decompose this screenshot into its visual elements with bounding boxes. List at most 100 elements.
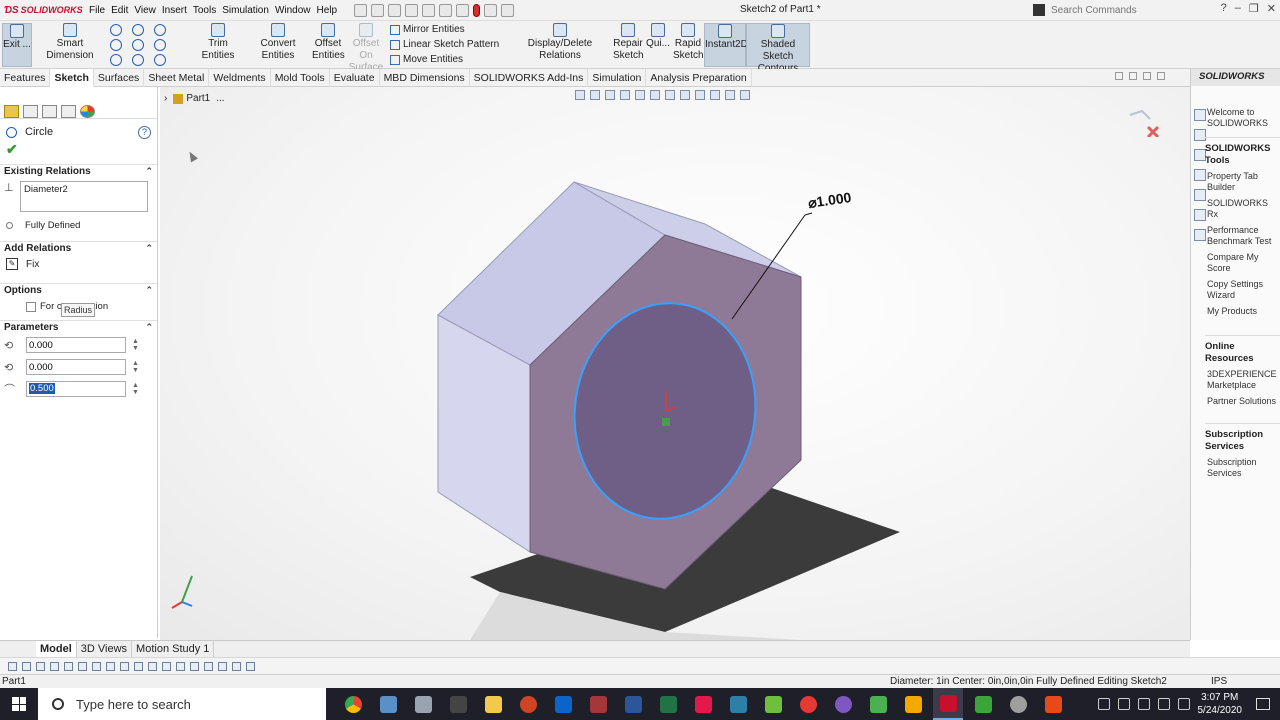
repair-sketch-button[interactable]: Repair Sketch — [613, 23, 644, 62]
maximize-icon[interactable]: ❐ — [1249, 2, 1259, 15]
network-icon[interactable] — [1177, 698, 1190, 710]
move-entities-button[interactable]: Move Entities — [390, 54, 463, 65]
close-icon[interactable]: ✕ — [1267, 2, 1276, 15]
tab-mbd-dimensions[interactable]: MBD Dimensions — [380, 69, 470, 87]
tab-surfaces[interactable]: Surfaces — [94, 69, 145, 87]
filter-dims-icon[interactable] — [162, 661, 171, 671]
pen-app[interactable] — [723, 688, 753, 720]
convert-entities-button[interactable]: Convert Entities — [245, 23, 311, 62]
add-relations-header[interactable]: Add Relations ⌃ — [0, 241, 157, 255]
linear-pattern-button[interactable]: Linear Sketch Pattern — [390, 39, 499, 50]
shaded-sketch-contours-button[interactable]: Shaded Sketch Contours — [746, 23, 810, 74]
filter-cosmetic-icon[interactable] — [218, 661, 227, 671]
filter-bom-icon[interactable] — [204, 661, 213, 671]
recorder-app[interactable] — [1038, 688, 1068, 720]
configuration-manager-tab-icon[interactable] — [42, 105, 57, 118]
circle-app[interactable] — [828, 688, 858, 720]
spinner-icon[interactable]: ▲ ▼ — [132, 360, 139, 374]
center-x-input[interactable] — [26, 337, 126, 353]
rebuild-icon[interactable] — [473, 3, 481, 17]
instant2d-button[interactable]: Instant2D — [704, 23, 748, 67]
display-manager-tab-icon[interactable] — [80, 105, 95, 118]
link-partner-solutions[interactable]: Partner Solutions — [1205, 396, 1280, 407]
dimxpert-tab-icon[interactable] — [61, 105, 76, 118]
fillet-icon[interactable] — [154, 54, 166, 66]
restore-icon[interactable] — [1129, 72, 1137, 80]
check-app[interactable] — [793, 688, 823, 720]
file-properties-icon[interactable] — [484, 3, 498, 17]
filter-solids-icon[interactable] — [92, 661, 101, 671]
help-tray-icon[interactable] — [1097, 698, 1110, 710]
offset-on-surface-button[interactable]: Offset On Surface — [346, 23, 386, 74]
print-icon[interactable] — [422, 3, 436, 17]
outlook-app[interactable] — [548, 688, 578, 720]
mirror-entities-button[interactable]: Mirror Entities — [390, 24, 465, 35]
remote-app[interactable] — [408, 688, 438, 720]
new-icon[interactable] — [371, 3, 385, 17]
relation-item[interactable]: Diameter2 — [24, 184, 144, 195]
filter-edges-icon[interactable] — [50, 661, 59, 671]
excel-app[interactable] — [653, 688, 683, 720]
filter-select-icon[interactable] — [22, 661, 31, 671]
open-icon[interactable] — [388, 3, 402, 17]
menu-help[interactable]: Help — [314, 5, 341, 16]
ellipse-icon[interactable] — [154, 39, 166, 51]
menu-view[interactable]: View — [131, 5, 159, 16]
calculator-app[interactable] — [443, 688, 473, 720]
tile-icon[interactable] — [1115, 72, 1123, 80]
filter-welds-icon[interactable] — [190, 661, 199, 671]
save-icon[interactable] — [405, 3, 419, 17]
unit-system[interactable]: IPS — [1211, 676, 1227, 687]
taskbar-clock[interactable]: 3:07 PM 5/24/2020 — [1198, 691, 1243, 717]
minimize-icon[interactable]: – — [1235, 2, 1241, 15]
taskbar-search[interactable]: Type here to search — [38, 688, 326, 720]
fix-relation-button[interactable]: ✎ Fix — [0, 255, 157, 273]
trim-entities-button[interactable]: Trim Entities — [192, 23, 244, 62]
display-delete-relations-button[interactable]: Display/Delete Relations — [508, 23, 612, 62]
powerpoint-app[interactable] — [513, 688, 543, 720]
tab-solidworks-addins[interactable]: SOLIDWORKS Add-Ins — [470, 69, 589, 87]
options-gear-icon[interactable] — [501, 3, 515, 17]
tool-solidworks-rx[interactable]: SOLIDWORKS Rx — [1205, 198, 1280, 220]
tool-my-products[interactable]: My Products — [1205, 306, 1280, 317]
tab-weldments[interactable]: Weldments — [209, 69, 271, 87]
tab-features[interactable]: Features — [0, 69, 51, 87]
spinner-icon[interactable]: ▲ ▼ — [132, 382, 139, 396]
center-point-icon[interactable] — [662, 418, 670, 426]
file-explorer-app[interactable] — [478, 688, 508, 720]
exit-sketch-button[interactable]: Exit ... — [2, 23, 32, 67]
parameters-header[interactable]: Parameters ⌃ — [0, 320, 157, 334]
menu-simulation[interactable]: Simulation — [219, 5, 272, 16]
menu-file[interactable]: File — [86, 5, 108, 16]
filter-faces-icon[interactable] — [64, 661, 73, 671]
polygon-icon[interactable] — [110, 54, 122, 66]
notifications-icon[interactable] — [1256, 698, 1270, 710]
tab-analysis-preparation[interactable]: Analysis Preparation — [646, 69, 752, 87]
help-icon[interactable]: ? — [138, 125, 151, 139]
filter-blocks-icon[interactable] — [246, 661, 255, 671]
word-app[interactable] — [618, 688, 648, 720]
link-3dexperience[interactable]: 3DEXPERIENCE Marketplace — [1205, 369, 1280, 391]
tab-sheet-metal[interactable]: Sheet Metal — [144, 69, 210, 87]
slot-icon[interactable] — [132, 39, 144, 51]
filter-vertices-icon[interactable] — [36, 661, 45, 671]
green-app[interactable] — [758, 688, 788, 720]
tab-model[interactable]: Model — [36, 641, 77, 657]
existing-relations-list[interactable]: Diameter2 — [20, 181, 148, 212]
feature-manager-tab-icon[interactable] — [4, 105, 19, 118]
people-icon[interactable] — [1117, 698, 1130, 710]
filter-notes-icon[interactable] — [176, 661, 185, 671]
chevron-up-icon[interactable] — [1137, 698, 1150, 710]
camtasia-app[interactable] — [968, 688, 998, 720]
quick-snaps-button[interactable]: Qui... — [645, 23, 671, 50]
filter-planes-icon[interactable] — [120, 661, 129, 671]
for-construction-checkbox[interactable] — [26, 301, 36, 312]
ok-check-icon[interactable]: ✔ — [0, 139, 157, 159]
leaf-app[interactable] — [863, 688, 893, 720]
start-button[interactable] — [0, 688, 38, 720]
access-app[interactable] — [583, 688, 613, 720]
welcome-link[interactable]: Welcome to SOLIDWORKS — [1205, 107, 1280, 129]
property-manager-tab-icon[interactable] — [23, 105, 38, 118]
quip-app[interactable] — [688, 688, 718, 720]
rectangle-icon[interactable] — [110, 39, 122, 51]
